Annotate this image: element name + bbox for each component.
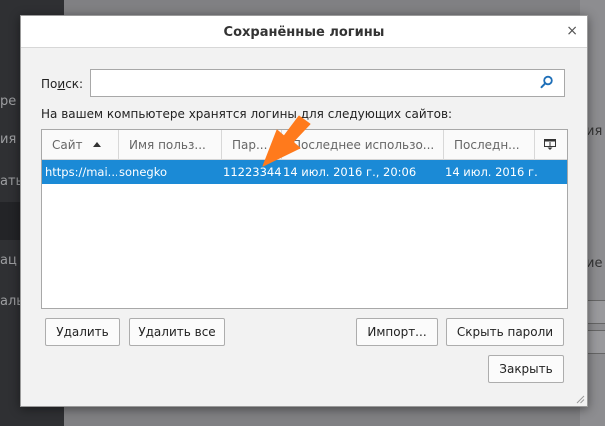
cell-last-changed: 14 июл. 2016 г. (445, 165, 538, 179)
annotation-arrow-icon (262, 115, 311, 167)
bg-right-text: ия (586, 124, 603, 139)
logins-info-text: На вашем компьютере хранятся логины для … (41, 107, 453, 121)
column-header-last-changed[interactable]: Последн... (444, 130, 535, 160)
close-button[interactable]: Закрыть (488, 355, 564, 383)
bg-sidebar-text: ац (0, 253, 17, 268)
delete-button[interactable]: Удалить (45, 318, 120, 346)
bg-right-text: ие (586, 256, 603, 271)
column-header-site[interactable]: Сайт (42, 130, 119, 160)
dialog-titlebar: Сохранённые логины × (21, 16, 587, 48)
delete-all-button[interactable]: Удалить все (129, 318, 225, 346)
search-icon[interactable] (540, 75, 554, 89)
cell-site: https://mai... (45, 165, 117, 179)
column-picker[interactable] (533, 130, 567, 160)
search-label: Поиск: (41, 77, 84, 91)
resize-grip-icon[interactable] (575, 394, 585, 404)
search-input[interactable] (91, 70, 531, 96)
bg-sidebar-text: ре (0, 94, 17, 109)
close-icon[interactable]: × (566, 23, 578, 39)
bg-sidebar-text: ия (0, 132, 17, 147)
search-box[interactable] (90, 69, 565, 97)
hide-passwords-button[interactable]: Скрыть пароли (446, 318, 564, 346)
import-button[interactable]: Импорт... (356, 318, 438, 346)
column-picker-icon (544, 139, 556, 150)
cell-username: sonegko (119, 165, 167, 179)
sort-ascending-icon (93, 142, 101, 147)
dialog-title: Сохранённые логины (223, 25, 385, 40)
saved-logins-dialog: Сохранённые логины × Поиск: На вашем ком… (20, 15, 588, 407)
column-header-username[interactable]: Имя польз... (119, 130, 222, 160)
